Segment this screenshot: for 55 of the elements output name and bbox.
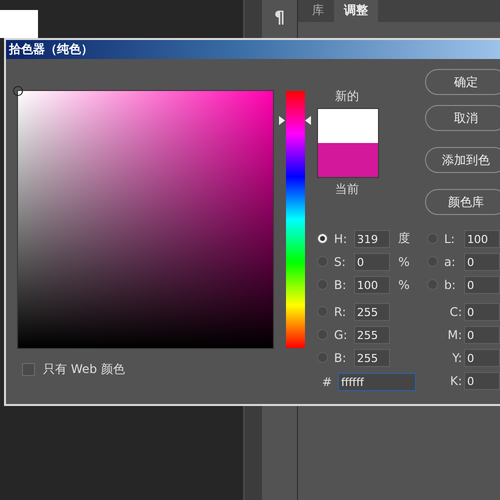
field-label: H: (334, 232, 348, 246)
checkbox-label: 只有 Web 颜色 (43, 361, 125, 378)
paragraph-icon[interactable]: ¶ (274, 8, 285, 28)
hue-slider-handle[interactable] (279, 116, 311, 126)
field-label: M: (446, 328, 464, 342)
field-label: G: (334, 328, 348, 342)
picker-ring-icon[interactable] (13, 86, 23, 96)
unit-label: % (397, 254, 411, 268)
swatch-label: 新的 (334, 88, 360, 105)
field-label: L: (444, 232, 456, 246)
field-label: K: (449, 374, 464, 388)
hex-label: # (322, 375, 332, 389)
field-label: R: (334, 304, 348, 318)
panel-tab[interactable]: 库 (302, 0, 334, 22)
dialog-button[interactable]: 取消 (425, 105, 500, 131)
input-field[interactable]: 0 (464, 302, 500, 320)
radio-button[interactable] (317, 329, 328, 340)
field-label: B: (334, 278, 348, 292)
radio-button[interactable] (317, 352, 328, 363)
field-label: b: (444, 278, 457, 292)
input-field[interactable]: 0 (464, 348, 500, 366)
field-label: S: (334, 254, 347, 268)
radio-button[interactable] (317, 233, 328, 244)
input-field[interactable]: 0 (464, 372, 500, 390)
input-field[interactable]: 255 (354, 348, 390, 366)
input-field[interactable]: 0 (464, 326, 500, 344)
unit-label: 度 (397, 230, 411, 247)
field-label: a: (444, 254, 456, 268)
unit-label: % (397, 278, 411, 292)
input-field[interactable]: 319 (354, 230, 390, 248)
field-label: B: (334, 350, 348, 364)
radio-button[interactable] (317, 279, 328, 290)
hex-input-field[interactable]: ffffff (338, 373, 416, 391)
radio-button[interactable] (317, 306, 328, 317)
swatch-label: 当前 (334, 181, 360, 198)
dialog-button[interactable]: 颜色库 (425, 189, 500, 215)
document-canvas (0, 10, 38, 38)
input-field[interactable]: 100 (354, 276, 390, 294)
input-field[interactable]: 0 (464, 252, 500, 270)
radio-button[interactable] (427, 279, 438, 290)
panel-tab[interactable]: 调整 (334, 0, 378, 22)
radio-button[interactable] (427, 256, 438, 267)
input-field[interactable]: 0 (354, 252, 390, 270)
checkbox[interactable] (22, 363, 35, 376)
input-field[interactable]: 0 (464, 276, 500, 294)
dialog-button[interactable]: 添加到色 (425, 147, 500, 173)
dialog-button[interactable]: 确定 (425, 69, 500, 95)
input-field[interactable]: 255 (354, 302, 390, 320)
radio-button[interactable] (427, 233, 438, 244)
window-title: 拾色器（纯色） (6, 40, 500, 59)
input-field[interactable]: 255 (354, 326, 390, 344)
field-label: Y: (451, 350, 464, 364)
input-field[interactable]: 100 (464, 230, 500, 248)
radio-button[interactable] (317, 256, 328, 267)
field-label: C: (448, 304, 464, 318)
